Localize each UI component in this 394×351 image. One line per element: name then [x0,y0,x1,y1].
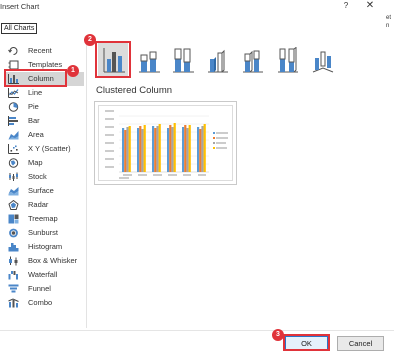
sidebar-item-label: Box & Whisker [28,256,78,265]
sidebar-item-line[interactable]: Line [4,86,84,100]
sunburst-chart-icon [9,228,18,238]
sidebar-item-label: Combo [28,298,53,307]
sidebar-item-treemap[interactable]: Treemap [4,212,84,226]
help-button[interactable]: ? [341,1,351,11]
sidebar-item-surface[interactable]: Surface [4,184,84,198]
box-whisker-chart-icon [9,256,18,266]
line-chart-icon [8,88,19,98]
clipped-text: et n [386,15,392,29]
stacked-column-icon [139,51,160,73]
category-divider [86,36,87,328]
100-stacked-column-icon [173,48,194,73]
sidebar-item-area[interactable]: Area [4,128,84,142]
chart-subtype-row [95,43,340,77]
100-stacked-column-button[interactable] [167,43,197,77]
sidebar-item-label: Surface [28,186,54,195]
sidebar-item-label: Waterfall [28,270,58,279]
sidebar-item-radar[interactable]: Radar [4,198,84,212]
3d-stacked-column-button[interactable] [237,43,267,77]
scatter-chart-icon [8,144,19,154]
waterfall-chart-icon [8,271,18,280]
3d-clustered-column-icon [208,49,228,73]
sidebar-item-stock[interactable]: Stock [4,170,84,184]
sidebar-item-pie[interactable]: Pie [4,100,84,114]
sidebar-item-label: Recent [28,46,52,55]
tab-all-charts-label: All Charts [4,25,35,32]
sidebar-item-label: X Y (Scatter) [28,144,71,153]
3d-clustered-column-button[interactable] [202,43,232,77]
close-button[interactable]: ✕ [364,0,376,12]
radar-chart-icon [8,200,19,210]
sidebar-item-box-whisker[interactable]: Box & Whisker [4,254,84,268]
sidebar-item-histogram[interactable]: Histogram [4,240,84,254]
tab-all-charts[interactable]: All Charts [1,23,38,34]
funnel-chart-icon [8,284,19,293]
sidebar-item-label: Map [28,158,43,167]
surface-chart-icon [8,187,19,196]
3d-100-stacked-column-icon [278,47,298,73]
preview-title: Clustered Column [96,85,173,96]
pie-chart-icon [8,102,19,112]
preview-thumbnail-graphic [105,110,228,179]
3d-100-stacked-column-button[interactable] [272,43,302,77]
recent-icon [8,47,18,55]
annotation-badge-1: 1 [67,65,79,77]
sidebar-item-label: Histogram [28,242,63,251]
3d-column-icon [312,51,334,73]
sidebar-item-label: Funnel [28,284,51,293]
sidebar-item-label: Area [28,130,44,139]
cancel-button[interactable]: Cancel [337,336,384,351]
combo-chart-icon [8,298,19,308]
sidebar-item-waterfall[interactable]: Waterfall [4,268,84,282]
sidebar-item-sunburst[interactable]: Sunburst [4,226,84,240]
map-chart-icon [8,158,19,168]
sidebar-item-map[interactable]: Map [4,156,84,170]
treemap-chart-icon [8,214,19,224]
footer-divider [0,330,394,331]
subtype-highlight-box [95,41,131,78]
histogram-chart-icon [8,243,19,252]
stock-chart-icon [9,172,18,181]
area-chart-icon [8,131,19,140]
sidebar-item-funnel[interactable]: Funnel [4,282,84,296]
sidebar-item-xy-scatter[interactable]: X Y (Scatter) [4,142,84,156]
sidebar-item-recent[interactable]: Recent [4,44,84,58]
clipped-background-text: et n [386,14,391,30]
sidebar-item-label: Radar [28,200,49,209]
dialog-title: Insert Chart [0,2,40,11]
sidebar-item-label: Sunburst [28,228,59,237]
column-highlight-box [4,69,67,87]
sidebar-item-combo[interactable]: Combo [4,296,84,310]
annotation-badge-2: 2 [84,34,96,46]
annotation-badge-3: 3 [272,329,284,341]
sidebar-item-label: Treemap [28,214,58,223]
3d-column-button[interactable] [307,43,337,77]
chart-preview-thumbnail [98,105,233,181]
stacked-column-button[interactable] [133,43,163,77]
3d-stacked-column-icon [243,50,263,73]
sidebar-item-bar[interactable]: Bar [4,114,84,128]
title-bar: Insert Chart ? ✕ [0,0,394,14]
sidebar-item-label: Pie [28,102,39,111]
sidebar-item-label: Line [28,88,43,97]
ok-highlight-box [283,334,330,351]
bar-chart-icon [8,116,18,126]
sidebar-item-label: Stock [28,172,47,181]
sidebar-item-label: Bar [28,116,40,125]
